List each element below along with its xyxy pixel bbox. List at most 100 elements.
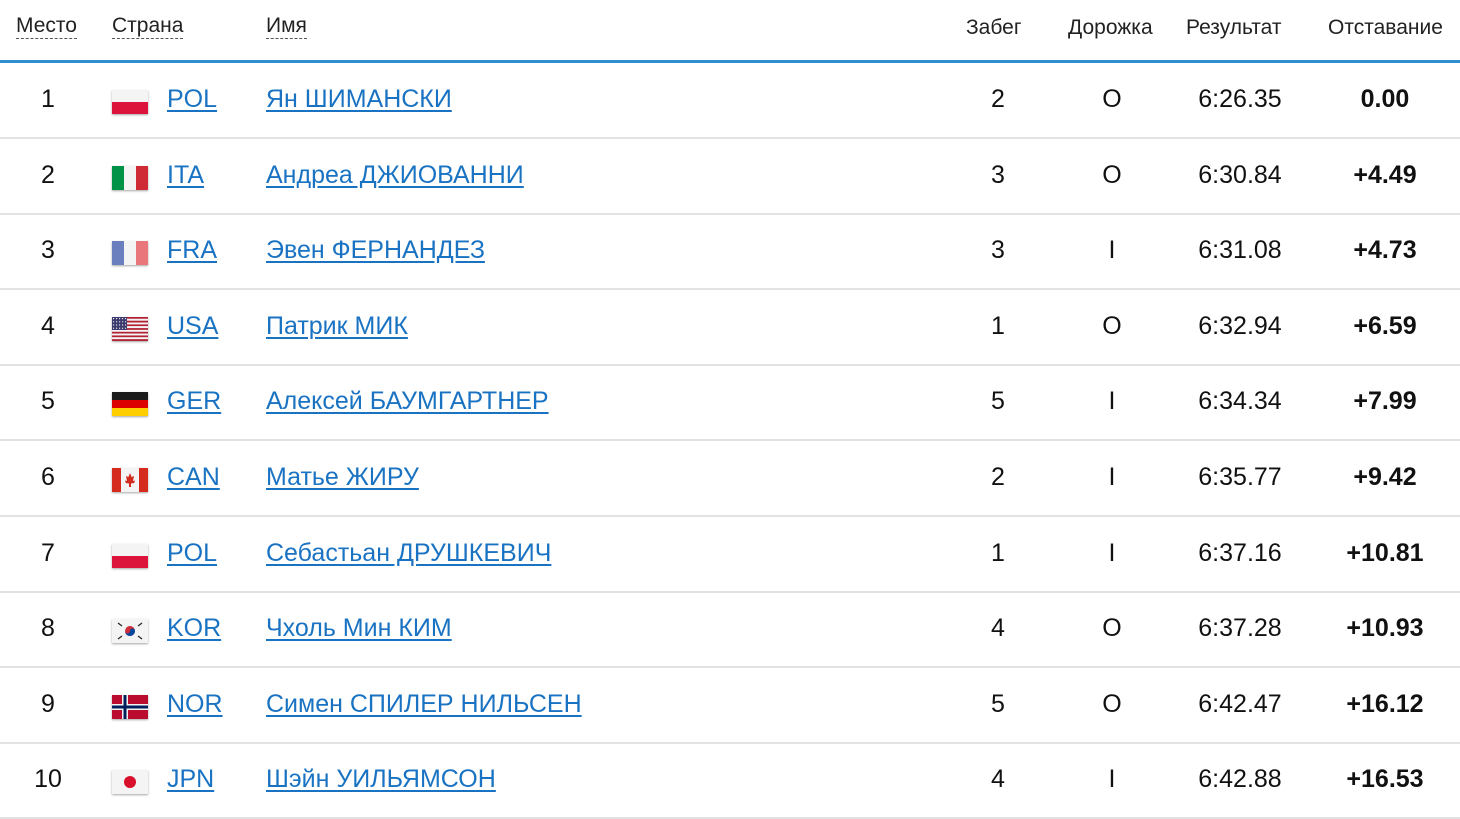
lane-cell: I: [1108, 387, 1116, 416]
place-cell: 1: [41, 85, 55, 113]
place-cell: 3: [41, 236, 55, 265]
place-cell: 5: [41, 387, 55, 416]
header-lane: Дорожка: [1068, 16, 1153, 39]
heat-cell: 4: [991, 765, 1005, 794]
ita-flag-icon: [112, 165, 148, 190]
athlete-link[interactable]: Симен СПИЛЕР НИЛЬСЕН: [266, 690, 582, 718]
gap-cell: +4.49: [1353, 160, 1417, 189]
result-cell: 6:35.77: [1198, 463, 1282, 491]
result-cell: 6:31.08: [1198, 236, 1282, 265]
country-link[interactable]: ITA: [167, 161, 204, 189]
result-cell: 6:37.16: [1198, 538, 1282, 567]
heat-cell: 5: [991, 387, 1005, 416]
lane-cell: O: [1102, 160, 1122, 189]
country-link[interactable]: FRA: [167, 236, 217, 264]
nor-flag-icon: [112, 694, 148, 719]
country-code-cell: ITA: [167, 138, 204, 213]
country-code-cell: FRA: [167, 213, 217, 288]
table-row: 1 POL Ян ШИМАНСКИ 2 O 6:26.35 0.00: [0, 62, 1460, 139]
result-cell: 6:26.35: [1198, 85, 1282, 113]
lane-cell: O: [1102, 689, 1122, 718]
lane-cell: I: [1108, 765, 1116, 794]
athlete-name-cell: Эвен ФЕРНАНДЕЗ: [266, 213, 485, 288]
athlete-name-cell: Андреа ДЖИОВАННИ: [266, 138, 524, 213]
header-result: Результат: [1186, 16, 1282, 39]
athlete-name-cell: Себастьан ДРУШКЕВИЧ: [266, 516, 551, 591]
gap-cell: 0.00: [1360, 85, 1410, 113]
jpn-flag-icon: [112, 770, 148, 795]
gap-cell: +9.42: [1353, 463, 1417, 491]
athlete-link[interactable]: Матье ЖИРУ: [266, 463, 419, 491]
country-link[interactable]: KOR: [167, 614, 221, 642]
ger-flag-icon: [112, 392, 148, 417]
country-code-cell: POL: [167, 62, 217, 137]
place-cell: 6: [41, 463, 55, 491]
gap-cell: +4.73: [1353, 236, 1417, 265]
lane-cell: O: [1102, 614, 1122, 643]
heat-cell: 2: [991, 85, 1005, 113]
place-cell: 7: [41, 538, 55, 567]
athlete-link[interactable]: Шэйн УИЛЬЯМСОН: [266, 765, 496, 793]
country-link[interactable]: POL: [167, 539, 217, 567]
header-country[interactable]: Страна: [112, 14, 184, 39]
place-cell: 9: [41, 689, 55, 718]
heat-cell: 5: [991, 689, 1005, 718]
country-link[interactable]: USA: [167, 312, 218, 340]
header-heat: Забег: [966, 16, 1022, 39]
can-flag-icon: [112, 468, 148, 492]
gap-cell: +16.53: [1346, 765, 1424, 794]
lane-cell: I: [1108, 236, 1116, 265]
athlete-link[interactable]: Патрик МИК: [266, 312, 408, 340]
table-row: 3 FRA Эвен ФЕРНАНДЕЗ 3 I 6:31.08 +4.73: [0, 213, 1460, 291]
athlete-link[interactable]: Чхоль Мин КИМ: [266, 614, 452, 642]
country-link[interactable]: CAN: [167, 463, 220, 491]
result-cell: 6:32.94: [1198, 311, 1282, 340]
athlete-link[interactable]: Андреа ДЖИОВАННИ: [266, 161, 524, 189]
heat-cell: 4: [991, 614, 1005, 643]
athlete-link[interactable]: Алексей БАУМГАРТНЕР: [266, 387, 549, 415]
athlete-link[interactable]: Эвен ФЕРНАНДЕЗ: [266, 236, 485, 264]
header-gap: Отставание: [1328, 16, 1443, 39]
kor-flag-icon: [112, 619, 148, 644]
place-cell: 10: [34, 765, 62, 794]
country-code-cell: NOR: [167, 667, 223, 742]
table-row: 10 JPN Шэйн УИЛЬЯМСОН 4 I 6:42.88 +16.53: [0, 742, 1460, 819]
country-link[interactable]: JPN: [167, 765, 214, 793]
results-table: Место Страна Имя Забег Дорожка Результат…: [0, 0, 1460, 819]
lane-cell: O: [1102, 85, 1122, 113]
heat-cell: 1: [991, 538, 1005, 567]
athlete-link[interactable]: Себастьан ДРУШКЕВИЧ: [266, 539, 551, 567]
lane-cell: O: [1102, 311, 1122, 340]
header-place[interactable]: Место: [16, 14, 77, 39]
country-link[interactable]: GER: [167, 387, 221, 415]
athlete-link[interactable]: Ян ШИМАНСКИ: [266, 85, 452, 113]
place-cell: 4: [41, 311, 55, 340]
fra-flag-icon: [112, 241, 148, 266]
country-code-cell: CAN: [167, 440, 220, 515]
country-link[interactable]: NOR: [167, 690, 223, 718]
heat-cell: 1: [991, 311, 1005, 340]
gap-cell: +7.99: [1353, 387, 1417, 416]
country-code-cell: USA: [167, 289, 218, 364]
country-code-cell: JPN: [167, 742, 214, 817]
result-cell: 6:42.47: [1198, 689, 1282, 718]
heat-cell: 2: [991, 463, 1005, 491]
athlete-name-cell: Чхоль Мин КИМ: [266, 591, 452, 666]
table-row: 9 NOR Симен СПИЛЕР НИЛЬСЕН 5 O 6:42.47 +…: [0, 667, 1460, 744]
table-header: Место Страна Имя Забег Дорожка Результат…: [0, 0, 1460, 63]
heat-cell: 3: [991, 160, 1005, 189]
lane-cell: I: [1108, 463, 1116, 491]
country-code-cell: GER: [167, 364, 221, 439]
table-row: 2 ITA Андреа ДЖИОВАННИ 3 O 6:30.84 +4.49: [0, 138, 1460, 215]
country-link[interactable]: POL: [167, 85, 217, 113]
heat-cell: 3: [991, 236, 1005, 265]
usa-flag-icon: [112, 316, 148, 341]
pol-flag-icon: [112, 543, 148, 568]
header-name[interactable]: Имя: [266, 14, 307, 39]
table-row: 4 USA Патрик МИК 1 O 6:32.94 +6.59: [0, 289, 1460, 366]
place-cell: 8: [41, 614, 55, 643]
result-cell: 6:30.84: [1198, 160, 1282, 189]
table-row: 8 KOR Чхоль Мин КИМ 4 O 6:37.28 +10.93: [0, 591, 1460, 669]
gap-cell: +10.81: [1346, 538, 1424, 567]
table-row: 7 POL Себастьан ДРУШКЕВИЧ 1 I 6:37.16 +1…: [0, 516, 1460, 593]
